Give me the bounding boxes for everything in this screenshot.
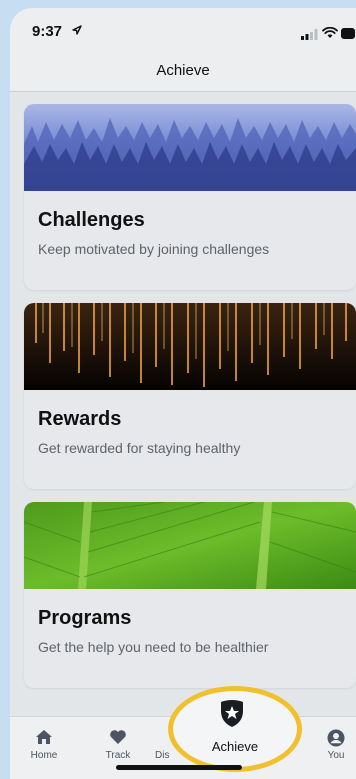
challenges-forest-image	[24, 104, 356, 191]
status-time: 9:37	[32, 23, 63, 40]
programs-card[interactable]: Programs Get the help you need to be hea…	[24, 502, 356, 688]
tab-achieve-label[interactable]: Achieve	[168, 739, 302, 754]
tab-track-label: Track	[105, 750, 131, 761]
rewards-card[interactable]: Rewards Get rewarded for staying healthy	[24, 303, 356, 489]
home-icon	[36, 730, 52, 744]
heart-icon	[110, 730, 126, 744]
challenges-title: Challenges	[38, 209, 145, 231]
challenges-card[interactable]: Challenges Keep motivated by joining cha…	[24, 104, 356, 290]
phone-screen: 9:37 Achieve Challenges Keep motivated b…	[10, 8, 356, 779]
programs-leaf-image	[24, 502, 356, 589]
battery-icon	[341, 28, 355, 39]
location-arrow-icon	[72, 25, 82, 35]
status-bar: 9:37	[10, 8, 356, 50]
programs-title: Programs	[38, 607, 132, 629]
page-title: Achieve	[156, 62, 210, 79]
rewards-title: Rewards	[38, 408, 122, 430]
rewards-light-image	[24, 303, 356, 390]
tab-home-label: Home	[30, 750, 58, 761]
user-icon	[327, 729, 345, 747]
shield-star-icon[interactable]	[218, 698, 246, 728]
tab-you-label: You	[327, 750, 345, 761]
wifi-icon	[322, 27, 338, 38]
challenges-subtitle: Keep motivated by joining challenges	[38, 241, 270, 257]
tab-track[interactable]: Track	[88, 717, 148, 767]
rewards-subtitle: Get rewarded for staying healthy	[38, 440, 241, 456]
tab-you[interactable]: You	[306, 717, 356, 767]
achieve-content: Challenges Keep motivated by joining cha…	[10, 92, 356, 716]
signal-icon	[301, 29, 318, 40]
tab-home[interactable]: Home	[14, 717, 74, 767]
home-indicator	[116, 765, 242, 770]
programs-subtitle: Get the help you need to be healthier	[38, 639, 269, 655]
